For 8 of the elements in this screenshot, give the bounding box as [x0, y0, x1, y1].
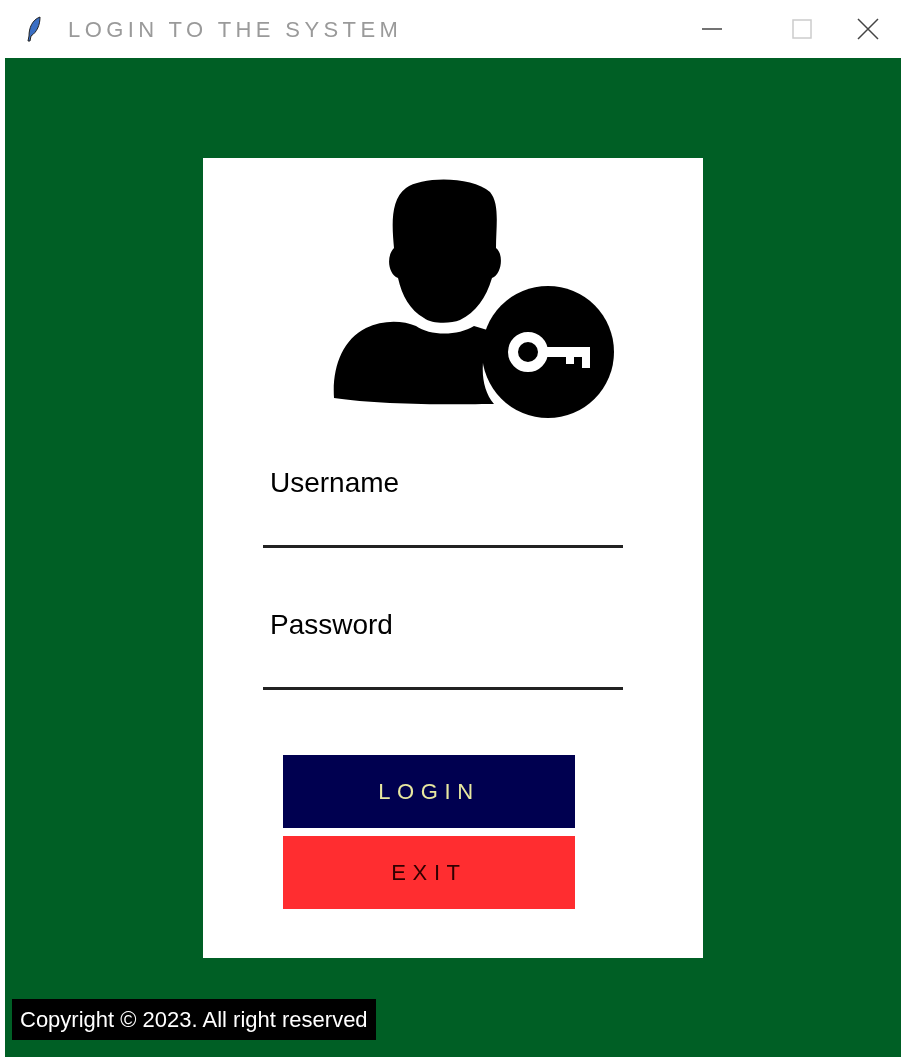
- field-label: Username: [270, 466, 400, 500]
- window-title: LOGIN TO THE SYSTEM: [68, 15, 403, 44]
- exit-button[interactable]: EXIT: [283, 836, 575, 909]
- feather-icon: [26, 16, 42, 42]
- user-key-icon: [332, 178, 616, 420]
- copyright-text: Copyright © 2023. All right reserved: [12, 999, 376, 1040]
- login-button[interactable]: LOGIN: [283, 755, 575, 828]
- field-label: Password: [270, 608, 393, 642]
